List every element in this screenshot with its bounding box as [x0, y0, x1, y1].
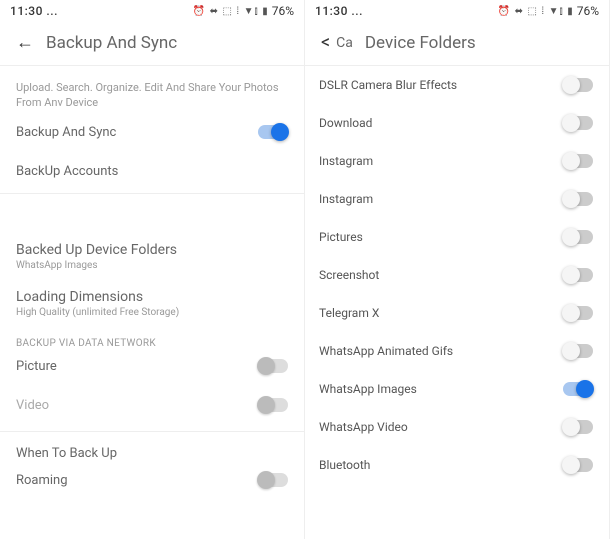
folder-row[interactable]: WhatsApp Images [305, 370, 609, 408]
folder-row[interactable]: WhatsApp Animated Gifs [305, 332, 609, 370]
backed-folders-block[interactable]: Backed Up Device Folders WhatsApp Images [0, 228, 304, 275]
folder-row[interactable]: DSLR Camera Blur Effects [305, 66, 609, 104]
folder-row[interactable]: Telegram X [305, 294, 609, 332]
folder-row[interactable]: Instagram [305, 142, 609, 180]
folder-toggle[interactable] [563, 78, 593, 92]
folder-row[interactable]: Instagram [305, 180, 609, 218]
folder-toggle[interactable] [563, 344, 593, 358]
picture-toggle[interactable] [258, 359, 288, 373]
roaming-toggle[interactable] [258, 473, 288, 487]
divider [0, 431, 304, 432]
header-sub: Ca [336, 35, 353, 51]
video-row[interactable]: Video [0, 384, 304, 427]
divider [0, 193, 304, 194]
status-right: ⏰ ⬌ ⬚ ⁞ ▼⫾ ▮ 76% [193, 4, 294, 18]
folder-toggle[interactable] [563, 306, 593, 320]
folders-list: DSLR Camera Blur Effects Download Instag… [305, 66, 609, 484]
folder-label: WhatsApp Video [319, 420, 408, 434]
backed-folders-title: Backed Up Device Folders [16, 242, 288, 258]
header: < Ca Device Folders [305, 22, 609, 66]
folder-toggle[interactable] [563, 116, 593, 130]
page-title: Backup And Sync [46, 33, 177, 53]
dimensions-title: Loading Dimensions [16, 289, 288, 305]
folder-label: Download [319, 116, 372, 130]
folder-row[interactable]: Download [305, 104, 609, 142]
back-icon[interactable]: < [321, 32, 330, 53]
folder-label: Instagram [319, 192, 373, 206]
roaming-row[interactable]: Roaming [0, 463, 304, 498]
status-bar: 11:30 ... ⏰ ⬌ ⬚ ⁞ ▼⫾ ▮ 76% [305, 0, 609, 22]
status-right: ⏰ ⬌ ⬚ ⁞ ▼⫾ ▮ 76% [498, 4, 599, 18]
folder-label: Pictures [319, 230, 363, 244]
folder-toggle[interactable] [563, 230, 593, 244]
folder-label: Screenshot [319, 268, 379, 282]
status-bar: 11:30 ... ⏰ ⬌ ⬚ ⁞ ▼⫾ ▮ 76% [0, 0, 304, 22]
backed-folders-sub: WhatsApp Images [16, 260, 288, 271]
folder-toggle[interactable] [563, 420, 593, 434]
folder-label: WhatsApp Animated Gifs [319, 344, 453, 358]
status-time: 11:30 ... [10, 4, 58, 18]
battery-percent: 76% [272, 4, 294, 18]
battery-percent: 76% [577, 4, 599, 18]
backup-accounts-label: BackUp Accounts [16, 164, 118, 179]
video-label: Video [16, 398, 49, 413]
picture-label: Picture [16, 359, 57, 374]
roaming-label: Roaming [16, 473, 68, 488]
backup-accounts-row[interactable]: BackUp Accounts [0, 154, 304, 189]
video-toggle[interactable] [258, 398, 288, 412]
dimensions-block[interactable]: Loading Dimensions High Quality (unlimit… [0, 275, 304, 322]
folder-row[interactable]: Bluetooth [305, 446, 609, 484]
folder-toggle[interactable] [563, 192, 593, 206]
folder-label: Bluetooth [319, 458, 370, 472]
back-icon[interactable]: ← [16, 32, 34, 53]
folder-label: DSLR Camera Blur Effects [319, 78, 457, 92]
device-folders-screen: 11:30 ... ⏰ ⬌ ⬚ ⁞ ▼⫾ ▮ 76% < Ca Device F… [305, 0, 610, 539]
data-network-section: BACKUP VIA DATA NETWORK [0, 322, 304, 349]
folder-toggle[interactable] [563, 458, 593, 472]
folder-row[interactable]: Pictures [305, 218, 609, 256]
folder-row[interactable]: Screenshot [305, 256, 609, 294]
backup-sync-row[interactable]: Backup And Sync [0, 111, 304, 154]
when-row: When To Back Up [0, 436, 304, 463]
header: ← Backup And Sync [0, 22, 304, 66]
folder-label: WhatsApp Images [319, 382, 417, 396]
folder-toggle[interactable] [563, 382, 593, 396]
backup-sync-label: Backup And Sync [16, 125, 116, 140]
status-icons: ⏰ ⬌ ⬚ ⁞ ▼⫾ ▮ [193, 6, 269, 17]
folder-label: Instagram [319, 154, 373, 168]
folder-toggle[interactable] [563, 154, 593, 168]
when-label: When To Back Up [16, 446, 117, 461]
dimensions-sub: High Quality (unlimited Free Storage) [16, 307, 288, 318]
folder-label: Telegram X [319, 306, 379, 320]
backup-sync-screen: 11:30 ... ⏰ ⬌ ⬚ ⁞ ▼⫾ ▮ 76% ← Backup And … [0, 0, 305, 539]
folder-toggle[interactable] [563, 268, 593, 282]
page-title: Device Folders [365, 33, 476, 53]
status-time: 11:30 ... [315, 4, 363, 18]
description-text: Upload. Search. Organize. Edit And Share… [0, 66, 304, 111]
folder-row[interactable]: WhatsApp Video [305, 408, 609, 446]
status-icons: ⏰ ⬌ ⬚ ⁞ ▼⫾ ▮ [498, 6, 574, 17]
picture-row[interactable]: Picture [0, 349, 304, 384]
backup-sync-toggle[interactable] [258, 125, 288, 139]
content: Upload. Search. Organize. Edit And Share… [0, 66, 304, 498]
